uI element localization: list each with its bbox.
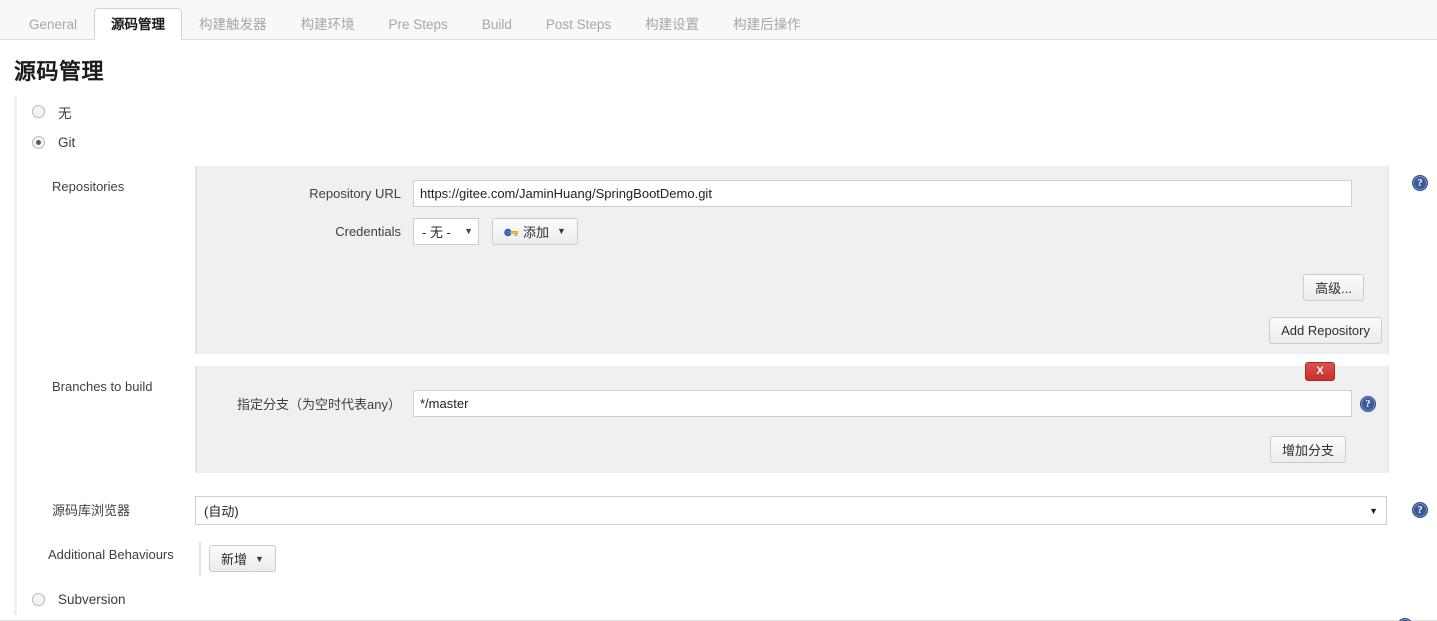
- radio-none[interactable]: [32, 105, 45, 118]
- additional-behaviours-label: Additional Behaviours: [48, 547, 174, 562]
- credentials-select-value: - 无 -: [422, 224, 451, 240]
- repository-url-row: Repository URL: [201, 174, 1370, 212]
- repository-browser-row: 源码库浏览器 (自动) ▼ ?: [27, 487, 1437, 525]
- scm-radio-block: 无 Git Repositories Repository URL https:…: [14, 96, 1437, 615]
- add-repository-button[interactable]: Add Repository: [1269, 317, 1382, 344]
- add-credentials-button[interactable]: 添加 ▼: [492, 217, 578, 245]
- git-settings: Repositories Repository URL Credent: [27, 166, 1437, 575]
- tab-build[interactable]: Build: [465, 8, 529, 40]
- tab-build-settings[interactable]: 构建设置: [628, 8, 716, 40]
- key-icon: [504, 226, 518, 237]
- tab-pre-steps[interactable]: Pre Steps: [372, 8, 465, 40]
- tab-post-build-actions[interactable]: 构建后操作: [716, 8, 818, 40]
- branch-panel: 指定分支（为空时代表any） ? 增加分支 X: [195, 362, 1389, 473]
- tab-general[interactable]: General: [12, 8, 94, 40]
- page-title: 源码管理: [14, 59, 105, 84]
- tab-build-triggers[interactable]: 构建触发器: [182, 8, 284, 40]
- advanced-button-row: 高级...: [201, 274, 1370, 301]
- chevron-down-icon: ▼: [255, 553, 264, 564]
- advanced-button[interactable]: 高级...: [1303, 274, 1364, 301]
- radio-git[interactable]: [32, 136, 45, 149]
- repositories-label: Repositories: [52, 179, 125, 194]
- repository-browser-select[interactable]: (自动) ▼: [195, 496, 1387, 525]
- repositories-row: Repositories Repository URL Credent: [27, 166, 1437, 354]
- help-icon-branch-specifier[interactable]: ?: [1360, 395, 1376, 412]
- delete-branch-button[interactable]: X: [1305, 362, 1335, 381]
- branch-specifier-input[interactable]: [413, 389, 1352, 417]
- add-branch-button[interactable]: 增加分支: [1269, 436, 1346, 463]
- help-icon-repository-browser[interactable]: ?: [1412, 502, 1428, 518]
- repository-url-input[interactable]: [413, 179, 1352, 207]
- scm-config-page: 源码管理 无 Git Repositories Repository URL h…: [0, 40, 1437, 621]
- branches-label: Branches to build: [52, 379, 153, 394]
- radio-subversion[interactable]: [32, 593, 45, 606]
- add-behaviour-label: 新增: [221, 552, 248, 567]
- config-tab-bar: General 源码管理 构建触发器 构建环境 Pre Steps Build …: [0, 0, 1437, 40]
- additional-behaviours-panel: 新增 ▼: [199, 542, 276, 575]
- branch-specifier-row: 指定分支（为空时代表any） ?: [201, 384, 1376, 422]
- repository-panel: Repository URL Credentials - 无 -: [195, 166, 1389, 354]
- help-icon-repositories[interactable]: ?: [1412, 175, 1428, 191]
- scm-option-subversion-label: Subversion: [58, 592, 126, 607]
- credentials-row: Credentials - 无 - ▼ 添加 ▼: [201, 212, 1370, 250]
- branch-specifier-label: 指定分支（为空时代表any）: [237, 396, 401, 412]
- repository-url-label: Repository URL: [309, 185, 401, 201]
- tab-source-code-management[interactable]: 源码管理: [94, 8, 183, 40]
- branches-row: Branches to build 指定分支（为空时代表any） ?: [27, 362, 1437, 473]
- credentials-label: Credentials: [335, 223, 401, 239]
- chevron-down-icon: ▼: [464, 226, 473, 236]
- repository-browser-value: (自动): [204, 504, 239, 519]
- scm-option-subversion[interactable]: Subversion: [27, 584, 1437, 615]
- add-repository-row: Add Repository: [197, 311, 1388, 354]
- additional-behaviours-row: Additional Behaviours 新增 ▼: [27, 534, 1437, 575]
- tab-build-environment[interactable]: 构建环境: [284, 8, 372, 40]
- scm-option-git[interactable]: Git: [27, 127, 1437, 158]
- scm-option-none[interactable]: 无: [27, 96, 1437, 127]
- add-behaviour-button[interactable]: 新增 ▼: [209, 545, 276, 572]
- credentials-select[interactable]: - 无 - ▼: [413, 217, 479, 245]
- add-credentials-label: 添加: [523, 224, 550, 240]
- chevron-down-icon: ▼: [1369, 505, 1378, 516]
- scm-option-git-label: Git: [58, 135, 76, 150]
- chevron-down-icon: ▼: [557, 226, 566, 236]
- add-branch-row: 增加分支: [201, 436, 1370, 463]
- scm-option-none-label: 无: [58, 105, 72, 121]
- repository-browser-label: 源码库浏览器: [52, 503, 131, 518]
- tab-post-steps[interactable]: Post Steps: [529, 8, 628, 40]
